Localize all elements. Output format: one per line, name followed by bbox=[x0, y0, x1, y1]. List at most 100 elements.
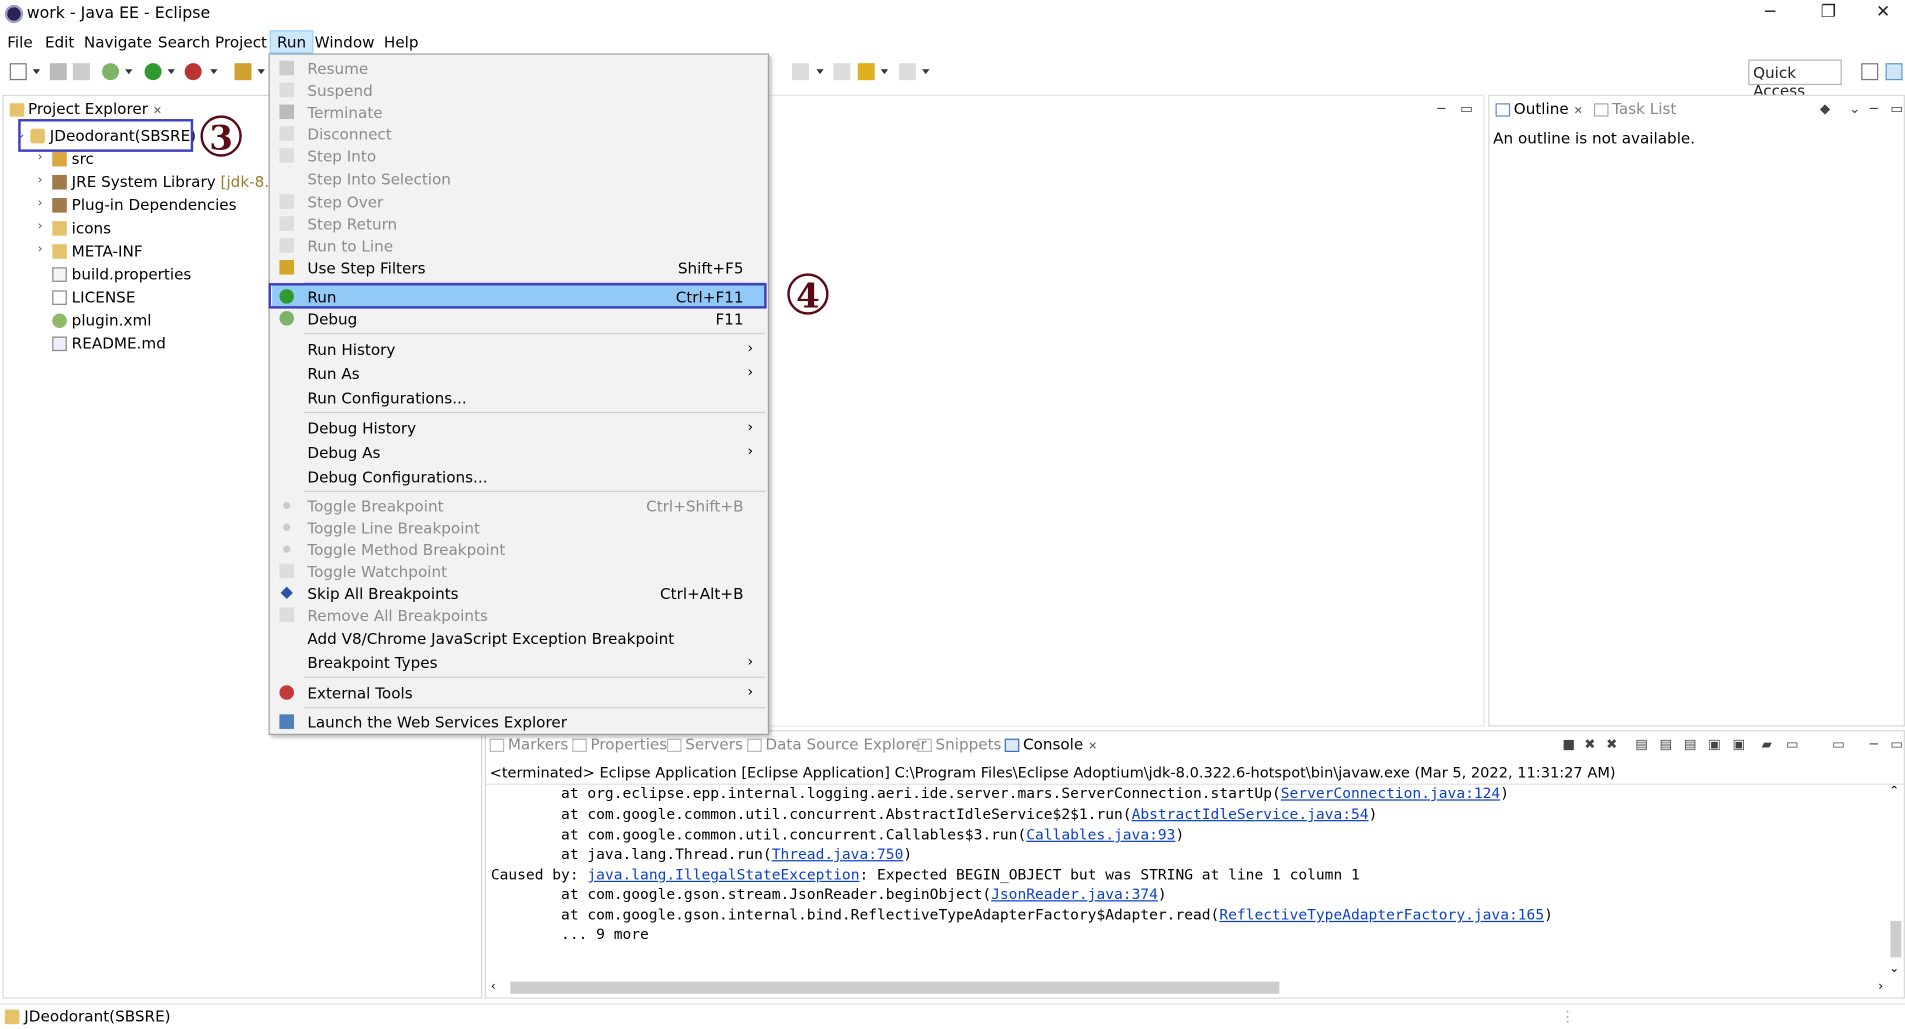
new-server-icon[interactable] bbox=[234, 63, 252, 81]
stack-trace-link[interactable]: ServerConnection.java:124 bbox=[1281, 785, 1500, 802]
view-menu-icon[interactable]: ◆ bbox=[1820, 101, 1830, 117]
menu-item-external-tools[interactable]: External Tools › bbox=[272, 682, 765, 704]
tree-item-build-properties[interactable]: build.properties bbox=[52, 265, 191, 287]
tab-outline[interactable]: Outline ✕ bbox=[1491, 98, 1588, 122]
menu-search[interactable]: Search bbox=[152, 32, 216, 53]
menu-item-step-into[interactable]: Step Into bbox=[272, 145, 765, 167]
menu-item-suspend[interactable]: Suspend bbox=[272, 79, 765, 101]
tab-project-explorer[interactable]: Project Explorer ✕ bbox=[6, 98, 167, 122]
tab-markers[interactable]: Markers bbox=[486, 734, 573, 757]
chevron-down-icon[interactable]: ⌄ bbox=[1849, 101, 1860, 117]
chevron-right-icon[interactable]: › bbox=[38, 243, 43, 256]
annotation-icon[interactable] bbox=[792, 63, 810, 81]
remove-all-terminated-icon[interactable]: ✖ bbox=[1606, 736, 1617, 752]
menu-item-skip-all-breakpoints[interactable]: Skip All Breakpoints Ctrl+Alt+B bbox=[272, 582, 765, 604]
minimize-icon[interactable]: ─ bbox=[1437, 101, 1445, 117]
maximize-icon[interactable]: ▭ bbox=[1890, 101, 1903, 117]
minimize-icon[interactable]: ─ bbox=[1870, 101, 1878, 117]
scroll-right-icon[interactable]: › bbox=[1878, 980, 1883, 993]
menu-item-breakpoint-types[interactable]: Breakpoint Types › bbox=[272, 651, 765, 673]
exception-link[interactable]: java.lang.IllegalStateException bbox=[587, 866, 859, 883]
forward-icon[interactable] bbox=[899, 63, 917, 81]
scroll-left-icon[interactable]: ‹ bbox=[491, 980, 496, 993]
menu-item-run-history[interactable]: Run History › bbox=[272, 338, 765, 360]
menu-item-remove-all-breakpoints[interactable]: Remove All Breakpoints bbox=[272, 604, 765, 626]
menu-item-launch-web-services-explorer[interactable]: Launch the Web Services Explorer bbox=[272, 711, 765, 733]
stack-trace-link[interactable]: JsonReader.java:374 bbox=[991, 886, 1158, 903]
menu-item-step-over[interactable]: Step Over bbox=[272, 191, 765, 213]
menu-help[interactable]: Help bbox=[378, 32, 425, 53]
close-icon[interactable]: ✕ bbox=[1088, 741, 1097, 753]
open-perspective-icon[interactable] bbox=[1861, 63, 1879, 81]
show-on-stdout-icon[interactable]: ▣ bbox=[1708, 736, 1721, 752]
menu-file[interactable]: File bbox=[1, 32, 39, 53]
chevron-right-icon[interactable]: › bbox=[38, 220, 43, 233]
menu-item-step-into-selection[interactable]: Step Into Selection bbox=[272, 168, 765, 190]
maximize-icon[interactable]: ▭ bbox=[1460, 101, 1473, 117]
quick-access-input[interactable]: Quick Access bbox=[1748, 59, 1842, 100]
tab-snippets[interactable]: Snippets bbox=[914, 734, 1007, 757]
menu-navigate[interactable]: Navigate bbox=[78, 32, 158, 53]
menu-item-use-step-filters[interactable]: Use Step Filters Shift+F5 bbox=[272, 256, 765, 278]
menu-item-toggle-line-breakpoint[interactable]: Toggle Line Breakpoint bbox=[272, 516, 765, 538]
vertical-scrollbar[interactable]: ⌃ ⌄ bbox=[1887, 785, 1904, 979]
close-icon[interactable]: ✕ bbox=[1574, 106, 1583, 118]
word-wrap-icon[interactable]: ▤ bbox=[1684, 736, 1697, 752]
scroll-down-icon[interactable]: ⌄ bbox=[1889, 962, 1899, 975]
stack-trace-link[interactable]: ReflectiveTypeAdapterFactory.java:165 bbox=[1219, 906, 1544, 923]
maximize-button[interactable]: ❐ bbox=[1804, 2, 1853, 26]
menu-edit[interactable]: Edit bbox=[39, 32, 81, 53]
tree-item-plugin-dependencies[interactable]: › Plug-in Dependencies bbox=[38, 196, 237, 218]
tab-console[interactable]: Console ✕ bbox=[1001, 733, 1103, 757]
clear-console-icon[interactable]: ▤ bbox=[1635, 736, 1648, 752]
terminate-icon[interactable]: ■ bbox=[1562, 736, 1575, 752]
debug-icon[interactable] bbox=[102, 63, 120, 81]
tree-item-src[interactable]: › src bbox=[38, 149, 94, 171]
tab-task-list[interactable]: Task List bbox=[1590, 98, 1681, 121]
show-on-stderr-icon[interactable]: ▣ bbox=[1732, 736, 1745, 752]
run-icon[interactable] bbox=[144, 63, 162, 81]
minimize-button[interactable]: ─ bbox=[1746, 2, 1795, 26]
menu-item-run-configurations[interactable]: Run Configurations... bbox=[272, 386, 765, 408]
external-tools-dropdown-icon[interactable] bbox=[210, 69, 218, 75]
menu-item-debug-configurations[interactable]: Debug Configurations... bbox=[272, 465, 765, 487]
stack-trace-link[interactable]: Thread.java:750 bbox=[772, 846, 904, 863]
menu-item-run-as[interactable]: Run As › bbox=[272, 362, 765, 384]
remove-launch-icon[interactable]: ✖ bbox=[1584, 736, 1595, 752]
menu-item-debug-as[interactable]: Debug As › bbox=[272, 441, 765, 463]
new-dropdown-icon[interactable] bbox=[32, 69, 41, 75]
menu-item-toggle-watchpoint[interactable]: Toggle Watchpoint bbox=[272, 560, 765, 582]
save-icon[interactable] bbox=[49, 63, 67, 81]
menu-item-debug[interactable]: Debug F11 bbox=[272, 307, 765, 329]
stack-trace-link[interactable]: Callables.java:93 bbox=[1026, 826, 1175, 843]
horizontal-scroll-thumb[interactable] bbox=[510, 981, 1280, 994]
tree-item-readme[interactable]: README.md bbox=[52, 334, 166, 356]
open-console-icon[interactable]: ▭ bbox=[1832, 736, 1845, 752]
menu-window[interactable]: Window bbox=[309, 32, 381, 53]
minimize-icon[interactable]: ─ bbox=[1870, 736, 1878, 752]
java-ee-perspective-icon[interactable] bbox=[1885, 63, 1903, 81]
back-icon[interactable] bbox=[857, 63, 875, 81]
chevron-right-icon[interactable]: › bbox=[38, 174, 43, 187]
vertical-scroll-thumb[interactable] bbox=[1890, 920, 1902, 958]
menu-item-resume[interactable]: Resume bbox=[272, 57, 765, 79]
scroll-up-icon[interactable]: ⌃ bbox=[1889, 785, 1899, 798]
display-console-icon[interactable]: ▭ bbox=[1786, 736, 1799, 752]
menu-item-run-to-line[interactable]: Run to Line bbox=[272, 234, 765, 256]
last-edit-icon[interactable] bbox=[833, 63, 851, 81]
menu-run[interactable]: Run bbox=[269, 30, 314, 54]
chevron-right-icon[interactable]: › bbox=[38, 197, 43, 210]
menu-item-toggle-method-breakpoint[interactable]: Toggle Method Breakpoint bbox=[272, 538, 765, 560]
menu-item-debug-history[interactable]: Debug History › bbox=[272, 417, 765, 439]
maximize-icon[interactable]: ▭ bbox=[1890, 736, 1903, 752]
tab-properties[interactable]: Properties bbox=[569, 734, 672, 757]
menu-item-terminate[interactable]: Terminate bbox=[272, 101, 765, 123]
tree-item-plugin-xml[interactable]: plugin.xml bbox=[52, 311, 151, 333]
scroll-lock-icon[interactable]: ▤ bbox=[1660, 736, 1673, 752]
save-all-icon[interactable] bbox=[72, 63, 90, 81]
forward-dropdown-icon[interactable] bbox=[922, 69, 930, 75]
tab-data-source-explorer[interactable]: Data Source Explorer bbox=[744, 734, 932, 757]
annotation-dropdown-icon[interactable] bbox=[816, 69, 824, 75]
horizontal-scrollbar[interactable]: ‹ › bbox=[491, 978, 1883, 995]
server-dropdown-icon[interactable] bbox=[257, 69, 265, 75]
